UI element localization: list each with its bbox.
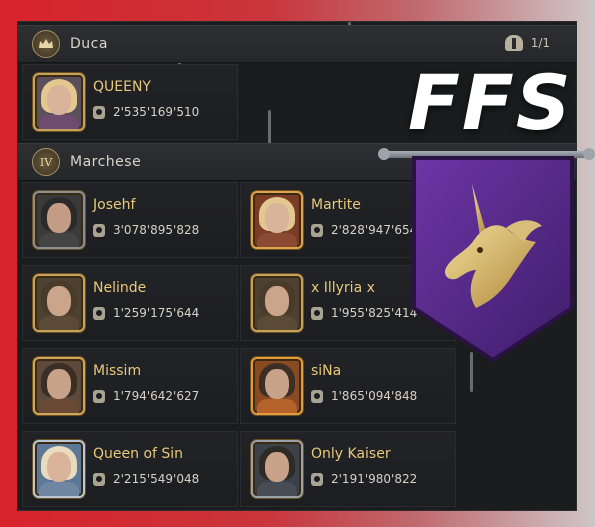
member-name: x Illyria x	[311, 280, 375, 296]
avatar	[33, 274, 85, 332]
power-fist-icon	[93, 223, 105, 237]
power-fist-icon	[311, 389, 323, 403]
rain-streak	[268, 110, 271, 144]
power-fist-icon	[311, 223, 323, 237]
member-power: 2'191'980'822	[311, 472, 417, 486]
member-card[interactable]: QUEENY 2'535'169'510	[22, 64, 238, 140]
rod-finial	[378, 148, 390, 160]
member-power: 1'955'825'414	[311, 306, 417, 320]
power-value: 1'794'642'627	[113, 389, 200, 403]
member-power: 1'794'642'627	[93, 389, 199, 403]
helmet-icon	[504, 35, 523, 51]
rank-title: Duca	[70, 36, 108, 52]
power-value: 3'078'895'828	[113, 223, 200, 237]
member-card[interactable]: Only Kaiser 2'191'980'822	[240, 431, 456, 507]
avatar	[33, 191, 85, 249]
member-power: 2'828'947'654	[311, 223, 417, 237]
member-name: siNa	[311, 363, 342, 379]
power-value: 2'535'169'510	[113, 105, 200, 119]
power-value: 1'955'825'414	[331, 306, 418, 320]
rank-emblem-icon: IV	[32, 148, 60, 176]
avatar	[251, 357, 303, 415]
member-name: Josehf	[93, 197, 136, 213]
banner-flag	[412, 156, 574, 362]
power-value: 1'259'175'644	[113, 306, 200, 320]
member-power: 1'259'175'644	[93, 306, 199, 320]
rank-count-text: 1/1	[530, 36, 550, 50]
avatar	[251, 274, 303, 332]
power-value: 1'865'094'848	[331, 389, 418, 403]
power-fist-icon	[311, 472, 323, 486]
member-name: Nelinde	[93, 280, 147, 296]
member-card[interactable]: Missim 1'794'642'627	[22, 348, 238, 424]
member-power: 2'215'549'048	[93, 472, 199, 486]
member-name: QUEENY	[93, 79, 151, 95]
member-name: Only Kaiser	[311, 446, 391, 462]
member-power: 2'535'169'510	[93, 105, 199, 119]
member-power: 3'078'895'828	[93, 223, 199, 237]
rod-finial	[583, 148, 595, 160]
rank-slot-count: 1/1	[504, 35, 550, 51]
power-value: 2'191'980'822	[331, 472, 418, 486]
member-name: Queen of Sin	[93, 446, 184, 462]
power-fist-icon	[93, 389, 105, 403]
power-fist-icon	[93, 472, 105, 486]
member-card[interactable]: Queen of Sin 2'215'549'048	[22, 431, 238, 507]
member-name: Martite	[311, 197, 361, 213]
alliance-tag-overlay: FFS	[408, 58, 573, 147]
power-value: 2'828'947'654	[331, 223, 418, 237]
avatar	[33, 73, 85, 131]
crown-rank-icon	[32, 30, 60, 58]
member-name: Missim	[93, 363, 142, 379]
power-fist-icon	[93, 105, 105, 119]
member-power: 1'865'094'848	[311, 389, 417, 403]
member-card[interactable]: Nelinde 1'259'175'644	[22, 265, 238, 341]
power-fist-icon	[311, 306, 323, 320]
power-value: 2'215'549'048	[113, 472, 200, 486]
member-card[interactable]: Josehf 3'078'895'828	[22, 182, 238, 258]
avatar	[251, 440, 303, 498]
avatar	[33, 440, 85, 498]
rank-title: Marchese	[70, 154, 142, 170]
avatar	[251, 191, 303, 249]
avatar	[33, 357, 85, 415]
power-fist-icon	[93, 306, 105, 320]
